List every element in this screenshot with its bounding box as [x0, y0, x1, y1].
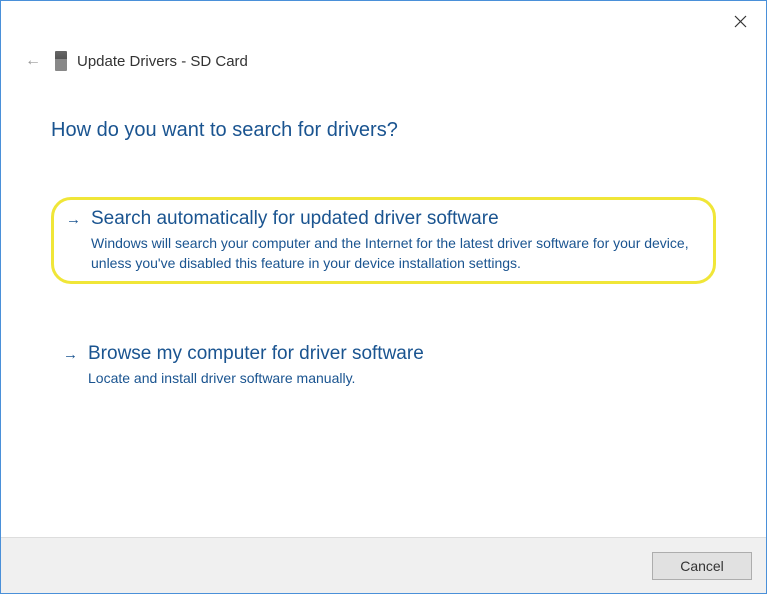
- back-arrow-icon: ←: [21, 52, 45, 70]
- option-title: Browse my computer for driver software: [88, 343, 704, 365]
- close-button[interactable]: [732, 13, 748, 29]
- option-body: Browse my computer for driver software L…: [88, 343, 704, 389]
- option-description: Locate and install driver software manua…: [88, 369, 704, 389]
- cancel-button[interactable]: Cancel: [652, 552, 752, 580]
- option-browse-computer[interactable]: → Browse my computer for driver software…: [51, 334, 716, 398]
- dialog-content: How do you want to search for drivers? →…: [1, 71, 766, 398]
- dialog-title: Update Drivers - SD Card: [77, 53, 248, 70]
- arrow-right-icon: →: [63, 346, 78, 363]
- dialog-header: ← Update Drivers - SD Card: [1, 1, 766, 71]
- close-icon: [734, 15, 747, 28]
- arrow-right-icon: →: [66, 211, 81, 228]
- dialog-footer: Cancel: [1, 537, 766, 593]
- option-description: Windows will search your computer and th…: [91, 234, 701, 273]
- option-search-automatically[interactable]: → Search automatically for updated drive…: [51, 197, 716, 284]
- option-body: Search automatically for updated driver …: [91, 208, 701, 273]
- page-heading: How do you want to search for drivers?: [51, 119, 716, 142]
- device-icon: [55, 51, 67, 71]
- option-title: Search automatically for updated driver …: [91, 208, 701, 230]
